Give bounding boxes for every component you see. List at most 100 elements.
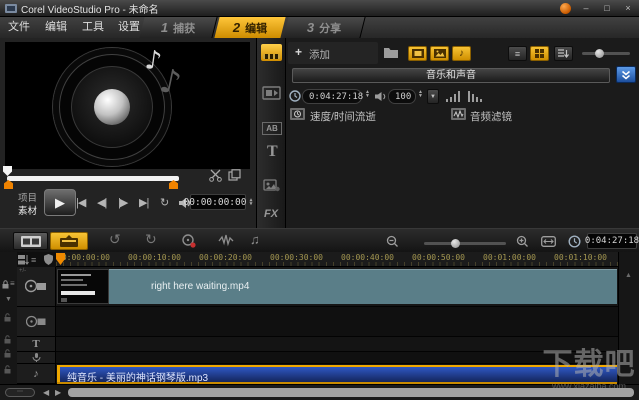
preview-playhead[interactable]: [3, 166, 12, 176]
tab-share[interactable]: 3分享: [283, 17, 365, 38]
play-button[interactable]: ▶: [44, 189, 76, 216]
list-view-button[interactable]: ≡: [508, 46, 527, 61]
tab-capture[interactable]: 1捕获: [139, 17, 217, 38]
clip-duration-field[interactable]: 0:04:27:18: [302, 89, 362, 104]
lock-music-track-icon[interactable]: [4, 365, 11, 374]
mode-project-label[interactable]: 项目: [18, 190, 37, 204]
menu-settings[interactable]: 设置: [118, 17, 140, 38]
timeline-zoom-slider[interactable]: [424, 242, 506, 245]
audio-filter-label[interactable]: 音频滤镜: [470, 109, 512, 124]
scroll-left-button[interactable]: ◀: [43, 388, 49, 397]
gutter-chevron-down-icon[interactable]: ▼: [5, 296, 12, 303]
minimize-button[interactable]: –: [580, 2, 592, 14]
nav-instant-project-icon[interactable]: [262, 86, 281, 100]
filter-photo-button[interactable]: [430, 46, 449, 61]
voice-track[interactable]: [56, 352, 618, 364]
record-capture-icon[interactable]: [181, 234, 196, 248]
redo-button[interactable]: ↻: [145, 231, 157, 248]
sort-button[interactable]: [554, 46, 573, 61]
next-frame-button[interactable]: |▶: [118, 196, 127, 209]
trim-handle-start[interactable]: [4, 180, 13, 189]
speed-timelapse-label[interactable]: 速度/时间流逝: [310, 109, 376, 124]
menubar: 文件 编辑 工具 设置 1捕获 2编辑 3分享: [0, 17, 639, 39]
title-track-header[interactable]: T: [17, 337, 56, 352]
overlay-track-header[interactable]: [17, 307, 56, 337]
auto-music-icon[interactable]: ♫: [250, 232, 260, 247]
audio-filter-icon[interactable]: [451, 108, 466, 120]
nav-filter-icon[interactable]: FX: [264, 208, 278, 220]
scroll-right-button[interactable]: ▶: [55, 388, 61, 397]
clip-volume-field[interactable]: 100: [388, 89, 416, 104]
close-button[interactable]: ×: [622, 2, 634, 14]
timeline-playhead[interactable]: [56, 253, 65, 265]
track-manager-icon[interactable]: ≡: [31, 255, 36, 265]
undo-button[interactable]: ↺: [109, 231, 121, 248]
timeline-ruler[interactable]: 00:00:00:00 00:00:10:00 00:00:20:00 00:0…: [56, 252, 618, 267]
duration-spinner[interactable]: ▲▼: [365, 90, 370, 98]
swap-tracks-icon[interactable]: [18, 254, 29, 265]
trim-handle-end[interactable]: [169, 180, 178, 189]
fade-out-icon[interactable]: [468, 91, 483, 102]
timeline-view-button[interactable]: [50, 232, 88, 250]
volume-dropdown-button[interactable]: ▼: [427, 89, 439, 104]
music-clip[interactable]: 纯音乐 - 美丽的神话钢琴版.mp3: [57, 365, 617, 384]
sound-mixer-icon[interactable]: [218, 234, 234, 247]
tab-edit[interactable]: 2编辑: [214, 17, 285, 38]
add-gallery-tab[interactable]: + 添加: [288, 42, 378, 64]
track-scroll-pill[interactable]: ⋯: [5, 388, 35, 397]
preview-video-area[interactable]: ♪ ♪: [5, 42, 250, 169]
home-button[interactable]: |◀: [76, 196, 85, 209]
menu-tools[interactable]: 工具: [82, 17, 104, 38]
smart-proxy-shield-icon[interactable]: [44, 254, 53, 265]
overlay-track[interactable]: [56, 307, 618, 337]
trim-bar[interactable]: [7, 176, 179, 181]
maximize-button[interactable]: □: [601, 2, 613, 14]
tab-capture-label: 捕获: [173, 20, 195, 36]
filter-video-button[interactable]: [408, 46, 427, 61]
prev-frame-button[interactable]: ◀|: [97, 196, 106, 209]
fit-project-icon[interactable]: [541, 236, 556, 247]
music-note-light-icon: ♪: [143, 45, 164, 77]
video-clip[interactable]: right here waiting.mp4: [109, 269, 617, 304]
preview-timecode[interactable]: 00:00:00:00 ▲▼: [190, 194, 246, 210]
zoom-in-icon[interactable]: [516, 235, 529, 248]
menu-edit[interactable]: 编辑: [45, 17, 67, 38]
timeline-zoom-slider-thumb[interactable]: [451, 239, 460, 248]
nav-transition-icon[interactable]: AB: [262, 122, 282, 135]
volume-spinner[interactable]: ▲▼: [418, 90, 423, 98]
library-nav-strip: AB T FX: [257, 38, 286, 228]
options-panel-title[interactable]: 音乐和声音: [292, 68, 610, 83]
menu-file[interactable]: 文件: [8, 17, 30, 38]
track-resize-label[interactable]: +/-: [19, 268, 26, 274]
import-folder-icon[interactable]: [383, 46, 399, 59]
storyboard-view-button[interactable]: [13, 232, 48, 250]
lock-title-track-icon[interactable]: [4, 349, 11, 358]
timecode-spinner[interactable]: ▲▼: [249, 198, 252, 206]
project-timecode[interactable]: 0:04:27:18: [587, 233, 637, 249]
horizontal-scrollbar[interactable]: [68, 388, 634, 397]
voice-track-header[interactable]: [17, 352, 56, 364]
zoom-out-icon[interactable]: [386, 235, 399, 248]
video-clip-thumbnail[interactable]: [57, 269, 109, 304]
nav-media-icon[interactable]: [261, 44, 282, 61]
thumbnail-zoom-slider[interactable]: [582, 52, 630, 55]
split-clip-icon[interactable]: [209, 169, 222, 182]
title-track[interactable]: [56, 337, 618, 352]
expand-options-button[interactable]: [616, 66, 636, 83]
lock-overlay-track-icon[interactable]: [4, 335, 11, 344]
music-track-header[interactable]: ♪: [17, 364, 56, 384]
nav-graphic-icon[interactable]: [263, 179, 280, 192]
nav-title-icon[interactable]: T: [267, 143, 278, 161]
mode-clip-label[interactable]: 素材: [18, 203, 37, 217]
ripple-edit-icon[interactable]: ≡: [10, 279, 15, 288]
end-button[interactable]: ▶|: [139, 196, 148, 209]
lock-all-icon[interactable]: [2, 280, 9, 289]
enlarge-preview-icon[interactable]: [228, 169, 241, 181]
repeat-button[interactable]: ↻: [160, 196, 169, 209]
speed-timelapse-icon[interactable]: [290, 108, 305, 120]
filter-audio-button[interactable]: ♪: [452, 46, 471, 61]
fade-in-icon[interactable]: [446, 91, 461, 102]
thumbnail-view-button[interactable]: [530, 46, 549, 61]
lock-video-track-icon[interactable]: [4, 313, 11, 322]
thumbnail-zoom-slider-thumb[interactable]: [595, 49, 604, 58]
